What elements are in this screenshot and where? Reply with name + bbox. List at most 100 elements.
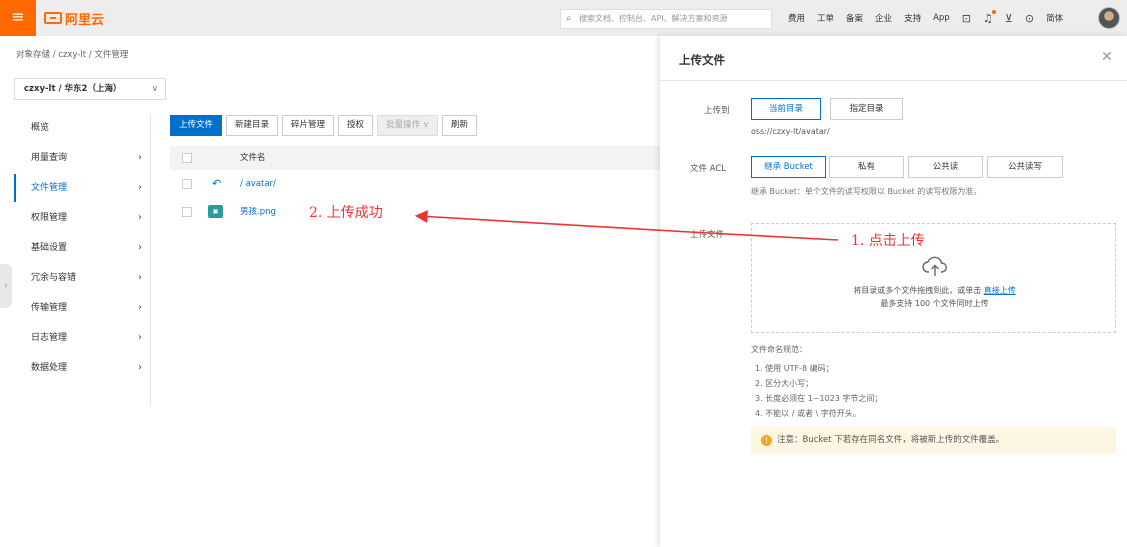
bell-icon[interactable]: ♫: [983, 9, 996, 25]
direct-upload-link[interactable]: 直接上传: [984, 286, 1016, 295]
top-link-support[interactable]: 支持: [904, 12, 921, 24]
acl-option-inherit[interactable]: 继承 Bucket: [751, 156, 826, 178]
dropzone-instruction: 将目录或多个文件拖拽到此，或单击 直接上传: [752, 285, 1117, 296]
cloud-upload-icon: [922, 256, 947, 276]
sidebar-item-label: 传输管理: [31, 303, 68, 313]
upload-path: oss://czxy-lt/avatar/: [751, 127, 830, 136]
bucket-select[interactable]: czxy-lt / 华东2（上海） ∨: [14, 78, 166, 100]
table-row[interactable]: ↶ / avatar/: [170, 170, 660, 198]
sidebar-item-label: 冗余与容错: [31, 273, 77, 283]
file-table: 文件名 ↶ / avatar/ ▣ 男孩.png: [170, 146, 660, 226]
close-icon[interactable]: ✕: [1101, 49, 1113, 65]
fragment-management-button[interactable]: 碎片管理: [282, 115, 335, 136]
aliyun-logo[interactable]: 阿里云: [44, 9, 105, 28]
chevron-right-icon: ›: [138, 272, 142, 283]
naming-rule: 2. 区分大小写；: [755, 379, 814, 388]
top-navigation-bar: ≡ 阿里云 ⌕ 搜索文档、控制台、API、解决方案和资源 费用 工单 备案 企业…: [0, 0, 1127, 36]
sidebar-item-redundancy[interactable]: 冗余与容错 ›: [14, 264, 151, 292]
top-link-icp[interactable]: 备案: [846, 12, 863, 24]
image-file-icon: ▣: [208, 205, 223, 218]
chevron-down-icon: ∨: [151, 84, 158, 94]
sidebar-item-transfer[interactable]: 传输管理 ›: [14, 294, 151, 322]
chevron-right-icon: ›: [138, 362, 142, 373]
chevron-right-icon: ›: [138, 212, 142, 223]
sidebar-item-basic-settings[interactable]: 基础设置 ›: [14, 234, 151, 262]
cart-icon[interactable]: ⊻: [1005, 12, 1013, 25]
file-toolbar: 上传文件 新建目录 碎片管理 授权 批量操作 ∨ 刷新: [170, 115, 478, 136]
chevron-right-icon: ›: [138, 332, 142, 343]
notification-dot: [991, 9, 996, 14]
sidebar-item-label: 文件管理: [31, 183, 68, 193]
select-all-checkbox[interactable]: [182, 153, 192, 163]
sidebar-item-label: 权限管理: [31, 213, 68, 223]
bucket-select-value: czxy-lt / 华东2（上海）: [24, 84, 122, 94]
upload-dropzone[interactable]: 将目录或多个文件拖拽到此，或单击 直接上传 最多支持 100 个文件同时上传: [751, 223, 1116, 333]
sidebar-item-data-processing[interactable]: 数据处理 ›: [14, 354, 151, 382]
upload-button[interactable]: 上传文件: [170, 115, 223, 136]
upload-file-panel: 上传文件 ✕ 上传到 当前目录 指定目录 oss://czxy-lt/avata…: [660, 36, 1127, 547]
upload-file-label: 上传文件: [690, 230, 725, 240]
naming-rules-title: 文件命名规范：: [751, 345, 807, 354]
table-row[interactable]: ▣ 男孩.png: [170, 198, 660, 226]
notice-text: 注意：Bucket 下若存在同名文件，将被新上传的文件覆盖。: [777, 435, 1005, 445]
naming-rule: 1. 使用 UTF-8 编码；: [755, 364, 834, 373]
oss-console-page: ≡ 阿里云 ⌕ 搜索文档、控制台、API、解决方案和资源 费用 工单 备案 企业…: [0, 0, 1127, 547]
hamburger-menu-icon[interactable]: ≡: [0, 0, 36, 36]
annotation-step-2: 2. 上传成功: [309, 205, 383, 221]
breadcrumb[interactable]: 对象存储 / czxy-lt / 文件管理: [16, 48, 128, 60]
sidebar-item-logs[interactable]: 日志管理 ›: [14, 324, 151, 352]
sidebar-item-usage[interactable]: 用量查询 ›: [14, 144, 151, 172]
acl-option-private[interactable]: 私有: [829, 156, 904, 178]
top-link-billing[interactable]: 费用: [788, 12, 805, 24]
sidebar-item-label: 基础设置: [31, 243, 68, 253]
file-link[interactable]: 男孩.png: [240, 198, 276, 226]
column-header-filename: 文件名: [240, 153, 266, 163]
back-arrow-icon[interactable]: ↶: [212, 170, 221, 198]
new-directory-button[interactable]: 新建目录: [226, 115, 279, 136]
acl-label: 文件 ACL: [690, 164, 727, 174]
annotation-step-1: 1. 点击上传: [851, 233, 925, 249]
sidebar-item-label: 用量查询: [31, 153, 68, 163]
language-switch[interactable]: 简体: [1046, 12, 1063, 24]
table-header: 文件名: [170, 146, 660, 170]
search-placeholder: 搜索文档、控制台、API、解决方案和资源: [579, 14, 728, 23]
row-checkbox[interactable]: [182, 207, 192, 217]
directory-link[interactable]: / avatar/: [240, 170, 276, 198]
top-link-enterprise[interactable]: 企业: [875, 12, 892, 24]
sidebar-item-files[interactable]: 文件管理 ›: [14, 174, 151, 202]
help-icon[interactable]: ⊙: [1025, 12, 1034, 25]
top-link-ticket[interactable]: 工单: [817, 12, 834, 24]
row-checkbox[interactable]: [182, 179, 192, 189]
batch-operation-button[interactable]: 批量操作 ∨: [377, 115, 438, 136]
sidebar-item-overview[interactable]: 概览: [14, 114, 151, 142]
authorize-button[interactable]: 授权: [338, 115, 374, 136]
dropzone-limit: 最多支持 100 个文件同时上传: [880, 299, 989, 308]
refresh-button[interactable]: 刷新: [442, 115, 478, 136]
chevron-right-icon: ›: [138, 242, 142, 253]
divider: [660, 80, 1127, 81]
sidebar-item-permissions[interactable]: 权限管理 ›: [14, 204, 151, 232]
search-icon: ⌕: [566, 13, 572, 24]
chevron-right-icon: ›: [138, 302, 142, 313]
sidebar-collapse-handle[interactable]: ›: [0, 264, 12, 308]
global-search-input[interactable]: ⌕ 搜索文档、控制台、API、解决方案和资源: [560, 9, 772, 29]
user-avatar[interactable]: [1098, 7, 1120, 29]
acl-option-public-read[interactable]: 公共读: [908, 156, 983, 178]
terminal-icon[interactable]: ⊡: [962, 12, 971, 25]
chevron-right-icon: ›: [138, 182, 142, 193]
option-current-directory[interactable]: 当前目录: [751, 98, 821, 120]
top-link-app[interactable]: App: [933, 13, 950, 23]
panel-title: 上传文件: [679, 53, 725, 67]
sidebar-item-label: 数据处理: [31, 363, 68, 373]
naming-rule: 4. 不能以 / 或者 \ 字符开头。: [755, 409, 861, 418]
upload-to-label: 上传到: [704, 106, 730, 116]
brand-name: 阿里云: [65, 12, 105, 28]
sidebar: 概览 用量查询 › 文件管理 › 权限管理 › 基础设置 › 冗余与容错 › 传…: [14, 114, 151, 406]
acl-option-public-read-write[interactable]: 公共读写: [987, 156, 1063, 178]
overwrite-notice: ! 注意：Bucket 下若存在同名文件，将被新上传的文件覆盖。: [751, 427, 1116, 454]
option-specified-directory[interactable]: 指定目录: [830, 98, 903, 120]
chevron-right-icon: ›: [138, 152, 142, 163]
sidebar-item-label: 概览: [31, 123, 50, 133]
naming-rule: 3. 长度必须在 1~1023 字节之间；: [755, 394, 883, 403]
dropzone-text: 将目录或多个文件拖拽到此，或单击: [853, 286, 982, 295]
